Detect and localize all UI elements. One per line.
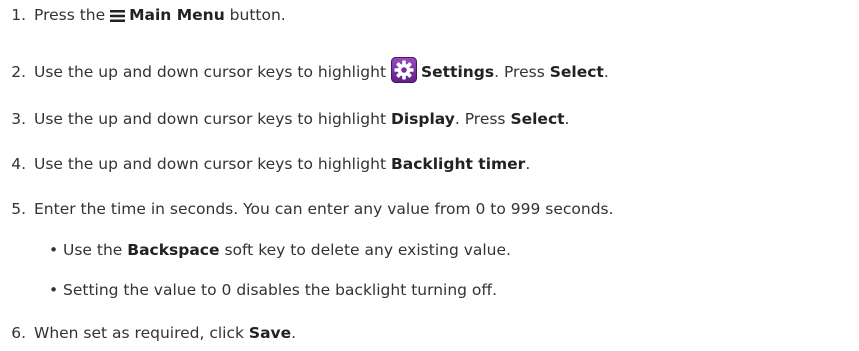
step-number: 4.: [11, 155, 26, 173]
backlight-timer-label: Backlight timer: [390, 155, 526, 173]
step-2: 2. Use the up and down cursor keys to hig…: [0, 57, 609, 88]
step-number: 5.: [11, 200, 26, 218]
bullet-marker: •: [49, 281, 59, 299]
backspace-label: Backspace: [127, 241, 220, 259]
main-menu-label: Main Menu: [129, 6, 225, 24]
select-label: Select: [549, 63, 604, 81]
settings-gear-icon: [390, 57, 417, 88]
step-5: 5. Enter the time in seconds. You can ent…: [0, 199, 613, 219]
step-number: 1.: [11, 6, 26, 24]
step-number: 2.: [11, 63, 26, 81]
step-3: 3. Use the up and down cursor keys to hig…: [0, 109, 569, 129]
step-5-bullet-1: • Use the Backspace soft key to delete an…: [49, 241, 511, 259]
select-label: Select: [510, 110, 565, 128]
save-label: Save: [248, 324, 292, 342]
step-number: 6.: [11, 324, 26, 342]
bullet-marker: •: [49, 241, 59, 259]
step-6: 6. When set as required, click Save.: [0, 323, 296, 343]
step-1: 1. Press the Main Menu button.: [0, 5, 286, 27]
settings-label: Settings: [420, 63, 495, 81]
main-menu-icon: [110, 7, 126, 27]
step-4: 4. Use the up and down cursor keys to hig…: [0, 154, 530, 174]
display-label: Display: [390, 110, 455, 128]
step-number: 3.: [11, 110, 26, 128]
step-5-bullet-2: • Setting the value to 0 disables the bac…: [49, 281, 498, 299]
